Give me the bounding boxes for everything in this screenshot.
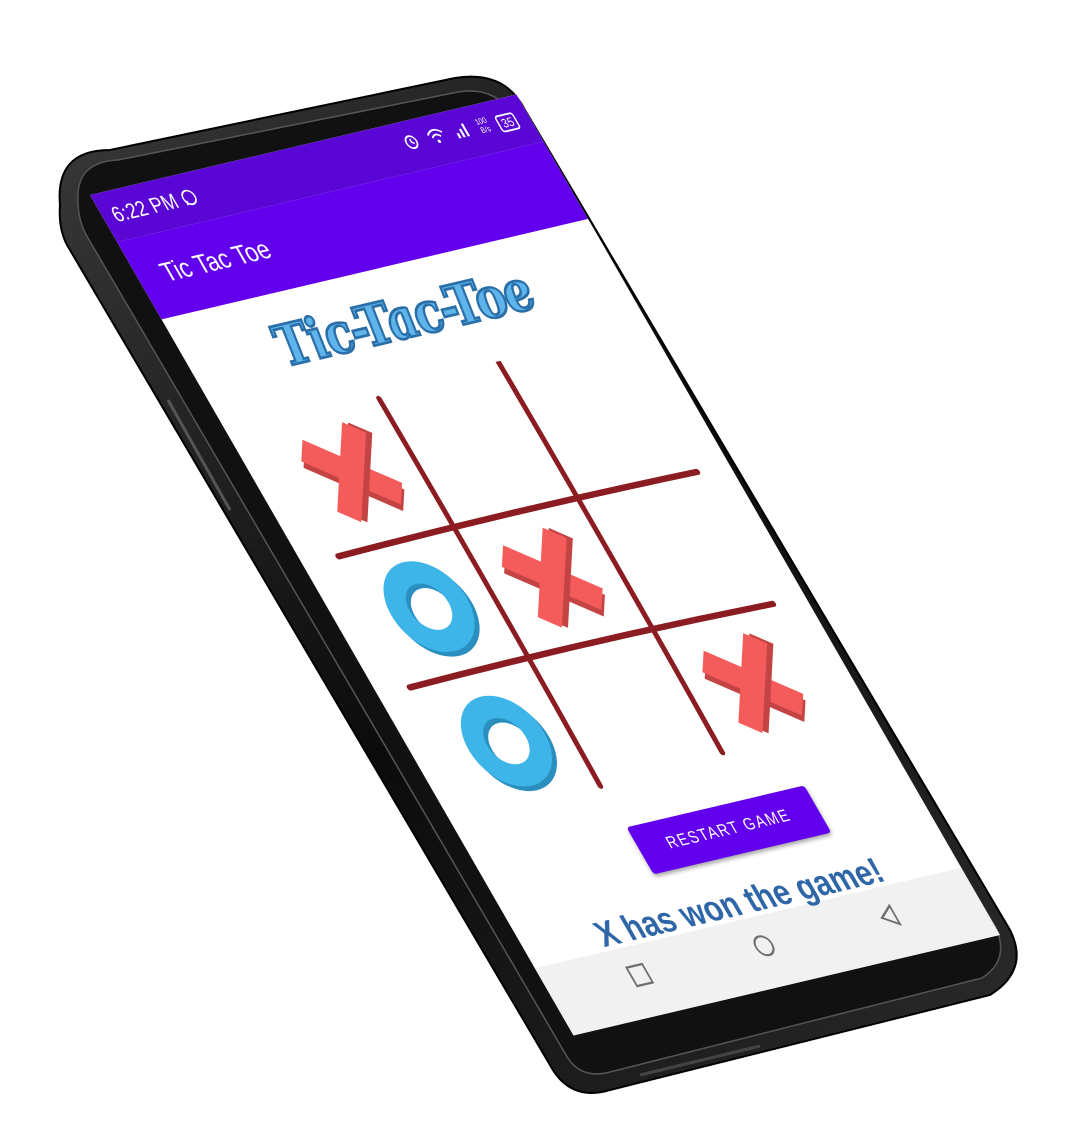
restart-game-button[interactable]: RESTART GAME xyxy=(626,785,832,875)
app-title: Tic Tac Toe xyxy=(154,234,278,288)
triangle-icon[interactable] xyxy=(871,901,911,939)
whatsapp-icon xyxy=(175,185,204,211)
circle-icon[interactable] xyxy=(746,931,786,969)
square-icon[interactable] xyxy=(622,960,662,998)
status-time: 6:22 PM xyxy=(107,185,204,228)
battery-icon: 35 xyxy=(493,111,522,133)
photo-stage: 6:22 PM 100 B/s 35 Tic Tac Toe Tic-Tac-T… xyxy=(0,0,1081,1141)
